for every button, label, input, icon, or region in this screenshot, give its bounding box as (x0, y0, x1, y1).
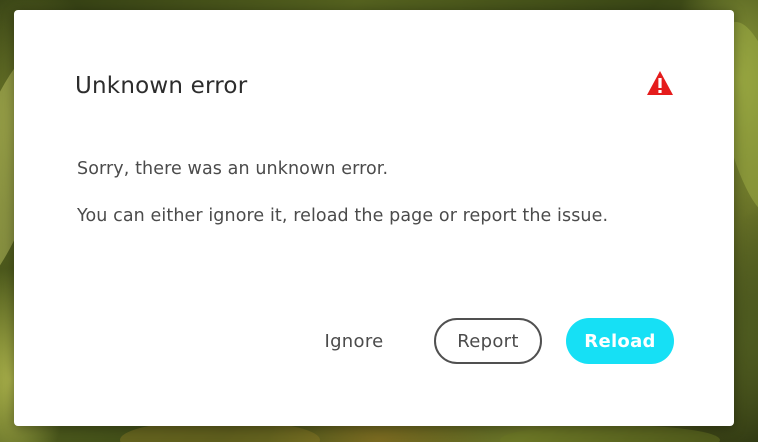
ignore-button[interactable]: Ignore (310, 318, 398, 364)
error-instructions: You can either ignore it, reload the pag… (77, 206, 609, 226)
error-message: Sorry, there was an unknown error. (77, 159, 389, 179)
foliage-decoration (500, 425, 720, 442)
reload-button[interactable]: Reload (566, 318, 674, 364)
alert-icon (647, 71, 673, 95)
report-button[interactable]: Report (434, 318, 542, 364)
dialog-title: Unknown error (75, 73, 248, 99)
error-dialog: Unknown error Sorry, there was an unknow… (14, 10, 734, 426)
